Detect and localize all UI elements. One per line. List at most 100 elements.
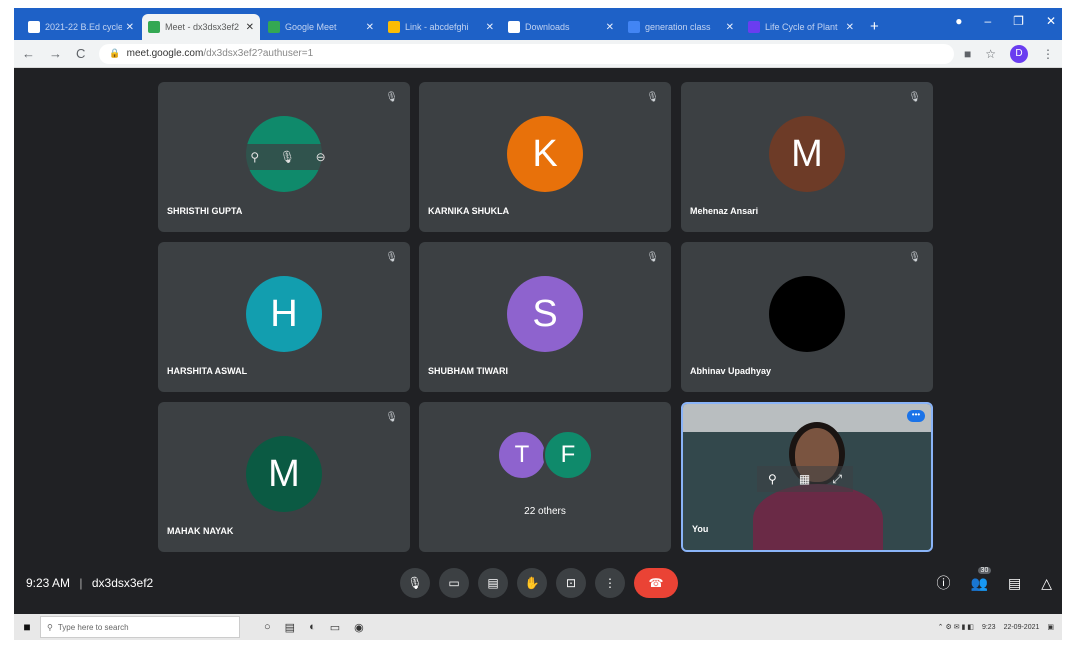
tab-title: Downloads [525, 22, 570, 32]
participant-tile[interactable]: 🎙 S SHUBHAM TIWARI [419, 242, 671, 392]
close-tab-icon[interactable]: ✕ [486, 22, 494, 33]
meet-control-bar: 9:23 AM | dx3dsx3ef2 🎙 ▭ ▤ ✋ ⊡ ⋮ ☎ ⓘ 30 … [14, 558, 1062, 608]
close-tab-icon[interactable]: ✕ [126, 22, 134, 33]
muted-mic-icon: 🎙 [385, 412, 398, 423]
pinned-apps: ○ ▤ ◐ ▭ ◉ [264, 621, 364, 634]
pin-icon[interactable]: ⚲ [250, 150, 259, 164]
minimize-icon[interactable]: – [984, 14, 991, 28]
side-panel-controls: ⓘ 30 👥 ▤ △ [937, 566, 1052, 593]
edge-icon[interactable]: ◐ [309, 621, 316, 634]
browser-tab[interactable]: Meet - dx3dsx3ef2 ✕ [142, 14, 260, 40]
taskbar-search-box[interactable]: ⚲ Type here to search [40, 616, 240, 638]
participant-name: HARSHITA ASWAL [167, 366, 248, 376]
tray-icons[interactable]: ⌃ ⚙ ✉ ▮ ◧ [938, 623, 974, 631]
pin-icon[interactable]: ⚲ [768, 472, 777, 486]
video-person-body [753, 484, 883, 550]
tray-time: 9:23 [981, 623, 996, 631]
chrome-menu-icon[interactable]: ⋮ [1042, 47, 1054, 61]
back-icon[interactable]: ← [22, 46, 35, 61]
muted-mic-icon: 🎙 [646, 92, 659, 103]
url-path: /dx3dsx3ef2?authuser=1 [203, 48, 314, 59]
browser-tab[interactable]: Link - abcdefghi ✕ [382, 14, 500, 40]
captions-button[interactable]: ▤ [478, 568, 508, 598]
others-tile[interactable]: T F 22 others [419, 402, 671, 552]
mic-button[interactable]: 🎙 [400, 568, 430, 598]
window-controls: ● – ❐ ✕ [955, 14, 1056, 28]
expand-icon[interactable]: ⤢ [832, 472, 842, 487]
meeting-details: 9:23 AM | dx3dsx3ef2 [26, 576, 153, 590]
file-explorer-icon[interactable]: ▤ [285, 621, 295, 634]
tile-hover-controls: ⚲ 🎙 ⊖ [240, 144, 336, 170]
participant-tile[interactable]: 🎙 ⚲ 🎙 ⊖ SHRISTHI GUPTA [158, 82, 410, 232]
muted-mic-icon: 🎙 [385, 252, 398, 263]
browser-tab[interactable]: 2021-22 B.Ed cycle ✕ [22, 14, 140, 40]
meet-stage: 🎙 ⚲ 🎙 ⊖ SHRISTHI GUPTA 🎙 K KARNIKA SHUKL… [14, 68, 1062, 614]
grid-icon[interactable]: ▦ [799, 472, 810, 486]
close-tab-icon[interactable]: ✕ [846, 22, 854, 33]
browser-tab[interactable]: Google Meet ✕ [262, 14, 380, 40]
tab-title: Meet - dx3dsx3ef2 [165, 22, 240, 32]
info-icon[interactable]: ⓘ [937, 573, 951, 593]
more-options-button[interactable]: ⋮ [595, 568, 625, 598]
tab-favicon-icon [388, 21, 400, 33]
muted-mic-icon: 🎙 [385, 92, 398, 103]
tab-favicon-icon [28, 21, 40, 33]
present-button[interactable]: ⊡ [556, 568, 586, 598]
close-tab-icon[interactable]: ✕ [606, 22, 614, 33]
end-call-button[interactable]: ☎ [634, 568, 678, 598]
browser-tab[interactable]: generation class ✕ [622, 14, 740, 40]
meeting-time: 9:23 AM [26, 576, 71, 590]
new-tab-button[interactable]: + [870, 18, 879, 35]
self-tile-controls: ⚲ ▦ ⤢ [757, 466, 853, 492]
close-tab-icon[interactable]: ✕ [726, 22, 734, 33]
record-icon[interactable]: ● [955, 14, 962, 28]
participant-avatar [769, 276, 845, 352]
chrome-icon[interactable]: ◉ [354, 621, 364, 634]
others-count-label: 22 others [524, 506, 566, 517]
tile-options-icon[interactable]: ••• [907, 410, 925, 422]
task-view-icon[interactable]: ○ [264, 621, 271, 634]
bookmark-star-icon[interactable]: ☆ [985, 47, 996, 61]
close-tab-icon[interactable]: ✕ [366, 22, 374, 33]
activities-icon[interactable]: △ [1041, 575, 1052, 592]
participant-name: Mehenaz Ansari [690, 206, 759, 216]
camera-button[interactable]: ▭ [439, 568, 469, 598]
camera-in-use-icon[interactable]: ■ [964, 47, 971, 61]
participant-avatar: M [769, 116, 845, 192]
close-window-icon[interactable]: ✕ [1046, 14, 1056, 28]
remove-participant-icon[interactable]: ⊖ [316, 150, 326, 164]
browser-tab-strip: 2021-22 B.Ed cycle ✕ Meet - dx3dsx3ef2 ✕ Goo… [14, 8, 1062, 40]
profile-avatar[interactable]: D [1010, 44, 1028, 63]
self-video-tile[interactable]: ••• ⚲ ▦ ⤢ You [681, 402, 933, 552]
participant-tile[interactable]: 🎙 H HARSHITA ASWAL [158, 242, 410, 392]
tab-title: Life Cycle of Plant [765, 22, 838, 32]
notifications-icon[interactable]: ▣ [1047, 623, 1054, 631]
windows-start-icon[interactable]: ■ [14, 620, 40, 634]
maximize-icon[interactable]: ❐ [1013, 14, 1024, 28]
participant-avatar: H [246, 276, 322, 352]
taskbar-search-placeholder: Type here to search [57, 622, 129, 632]
address-bar[interactable]: 🔒 meet.google.com /dx3dsx3ef2?authuser=1 [99, 43, 954, 64]
close-tab-icon[interactable]: ✕ [246, 22, 254, 33]
folder-icon[interactable]: ▭ [330, 621, 340, 634]
call-controls: 🎙 ▭ ▤ ✋ ⊡ ⋮ ☎ [400, 568, 678, 598]
meeting-code: dx3dsx3ef2 [91, 576, 154, 590]
tab-favicon-icon [268, 21, 280, 33]
muted-mic-icon: 🎙 [908, 252, 921, 263]
people-button[interactable]: 30 👥 [971, 566, 992, 592]
raise-hand-button[interactable]: ✋ [517, 568, 547, 598]
browser-tab[interactable]: Downloads ✕ [502, 14, 620, 40]
chat-icon[interactable]: ▤ [1008, 575, 1021, 592]
mute-participant-icon[interactable]: 🎙 [280, 150, 295, 164]
participant-tile[interactable]: 🎙 M Mehenaz Ansari [681, 82, 933, 232]
tab-favicon-icon [508, 21, 520, 33]
browser-tab[interactable]: Life Cycle of Plant ✕ [742, 14, 860, 40]
system-tray: ⌃ ⚙ ✉ ▮ ◧ 9:23 22-09-2021 ▣ [938, 623, 1054, 632]
muted-mic-icon: 🎙 [646, 252, 659, 263]
participant-tile[interactable]: 🎙 M MAHAK NAYAK [158, 402, 410, 552]
screen: 2021-22 B.Ed cycle ✕ Meet - dx3dsx3ef2 ✕ Goo… [0, 0, 1072, 647]
reload-icon[interactable]: C [76, 46, 85, 61]
participant-tile[interactable]: 🎙 K KARNIKA SHUKLA [419, 82, 671, 232]
forward-icon[interactable]: → [49, 46, 62, 61]
participant-tile[interactable]: 🎙 Abhinav Upadhyay [681, 242, 933, 392]
